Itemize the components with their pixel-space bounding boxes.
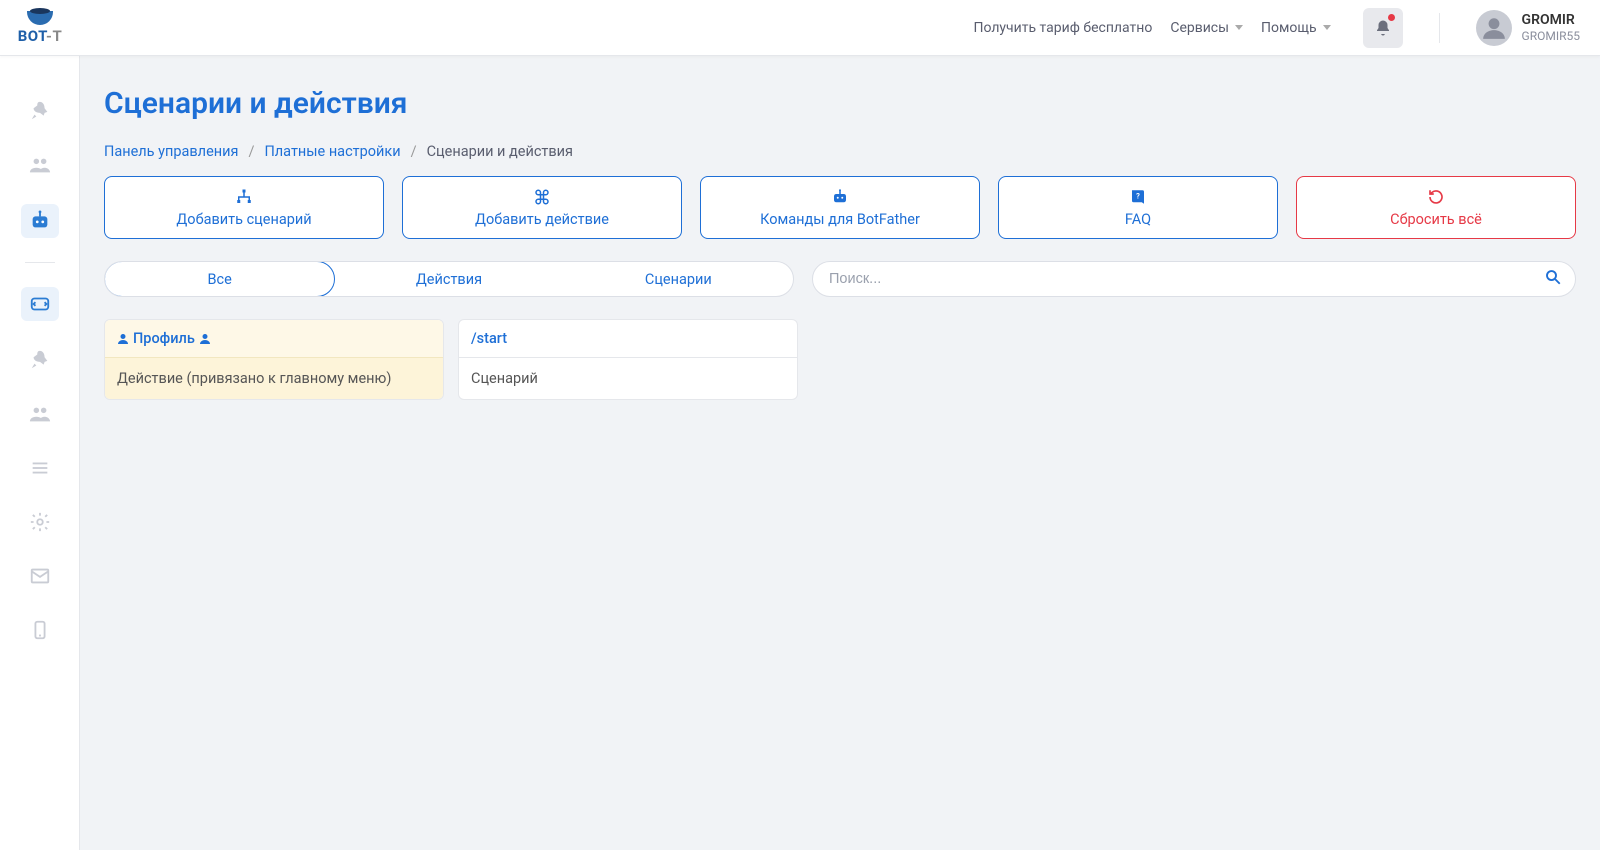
botfather-label: Команды для BotFather xyxy=(760,211,920,228)
top-header: BOT-T Получить тариф бесплатно Сервисы П… xyxy=(0,0,1600,56)
rocket-icon xyxy=(29,349,51,371)
sidebar-item-mail[interactable] xyxy=(21,561,59,591)
card-subtitle: Сценарий xyxy=(459,357,797,399)
user-names: GROMIR GROMIR55 xyxy=(1522,12,1580,43)
add-scenario-button[interactable]: Добавить сценарий xyxy=(104,176,384,239)
notifications-button[interactable] xyxy=(1363,8,1403,48)
card-profile-action[interactable]: Профиль Действие (привязано к главному м… xyxy=(104,319,444,400)
bell-icon xyxy=(1374,19,1392,37)
people-icon xyxy=(29,403,51,425)
services-label: Сервисы xyxy=(1170,20,1229,36)
person-icon xyxy=(117,333,129,345)
chevron-down-icon xyxy=(1323,25,1331,30)
chevron-down-icon xyxy=(1235,25,1243,30)
card-subtitle: Действие (привязано к главному меню) xyxy=(105,357,443,399)
command-icon xyxy=(533,187,551,207)
logo[interactable]: BOT-T xyxy=(0,0,80,56)
sidebar-item-settings[interactable] xyxy=(21,507,59,537)
add-action-button[interactable]: Добавить действие xyxy=(402,176,682,239)
book-icon: ? xyxy=(1129,187,1147,207)
sidebar-item-flows[interactable] xyxy=(21,287,59,321)
reset-all-button[interactable]: Сбросить всё xyxy=(1296,176,1576,239)
robot-icon xyxy=(831,187,849,207)
help-dropdown[interactable]: Помощь xyxy=(1261,20,1331,36)
sidebar-item-launch[interactable] xyxy=(21,96,59,126)
sidebar-item-users[interactable] xyxy=(21,150,59,180)
help-label: Помощь xyxy=(1261,20,1317,36)
person-icon xyxy=(1481,15,1507,41)
card-head: Профиль xyxy=(105,320,443,357)
flow-icon xyxy=(29,293,51,315)
header-links: Получить тариф бесплатно Сервисы Помощь … xyxy=(973,8,1580,48)
card-title: /start xyxy=(471,330,507,347)
tab-scenarios[interactable]: Сценарии xyxy=(564,262,793,296)
sidebar-item-menu[interactable] xyxy=(21,453,59,483)
people-icon xyxy=(29,154,51,176)
logo-text: BOT-T xyxy=(18,27,63,45)
tab-all[interactable]: Все xyxy=(104,261,335,297)
main-content: Сценарии и действия Панель управления / … xyxy=(80,56,1600,850)
cards-row: Профиль Действие (привязано к главному м… xyxy=(104,319,1576,400)
divider xyxy=(1439,13,1440,43)
faq-label: FAQ xyxy=(1125,211,1151,228)
sidebar-item-mobile[interactable] xyxy=(21,615,59,645)
notification-dot-icon xyxy=(1388,14,1395,21)
sidebar-item-launch2[interactable] xyxy=(21,345,59,375)
tab-actions[interactable]: Действия xyxy=(334,262,563,296)
mobile-icon xyxy=(29,619,51,641)
breadcrumb-sep: / xyxy=(248,143,254,160)
user-menu[interactable]: GROMIR GROMIR55 xyxy=(1476,10,1580,46)
gear-icon xyxy=(29,511,51,533)
robot-icon xyxy=(29,210,51,232)
card-head: /start xyxy=(459,320,797,357)
card-start-scenario[interactable]: /start Сценарий xyxy=(458,319,798,400)
breadcrumb: Панель управления / Платные настройки / … xyxy=(104,143,1576,160)
reset-label: Сбросить всё xyxy=(1390,211,1482,228)
add-scenario-label: Добавить сценарий xyxy=(176,211,311,228)
card-title: Профиль xyxy=(133,330,195,347)
services-dropdown[interactable]: Сервисы xyxy=(1170,20,1243,36)
person-icon xyxy=(199,333,211,345)
add-action-label: Добавить действие xyxy=(475,211,609,228)
filter-row: Все Действия Сценарии xyxy=(104,261,1576,297)
action-buttons-row: Добавить сценарий Добавить действие Кома… xyxy=(104,176,1576,239)
user-display-name: GROMIR xyxy=(1522,12,1580,29)
search-wrapper xyxy=(812,261,1576,297)
reset-icon xyxy=(1427,187,1445,207)
page-title: Сценарии и действия xyxy=(104,86,1576,121)
breadcrumb-current: Сценарии и действия xyxy=(427,143,573,160)
sidebar-item-users2[interactable] xyxy=(21,399,59,429)
logo-cup-icon xyxy=(27,11,53,25)
sidebar xyxy=(0,56,80,850)
sidebar-item-bot[interactable] xyxy=(21,204,59,238)
breadcrumb-paid-settings[interactable]: Платные настройки xyxy=(264,143,400,160)
search-icon[interactable] xyxy=(1544,268,1562,290)
get-tariff-link[interactable]: Получить тариф бесплатно xyxy=(973,20,1152,36)
filter-tabs: Все Действия Сценарии xyxy=(104,261,794,297)
botfather-button[interactable]: Команды для BotFather xyxy=(700,176,980,239)
breadcrumb-dashboard[interactable]: Панель управления xyxy=(104,143,238,160)
breadcrumb-sep: / xyxy=(411,143,417,160)
sidebar-divider xyxy=(25,262,55,263)
faq-button[interactable]: ? FAQ xyxy=(998,176,1278,239)
menu-icon xyxy=(29,457,51,479)
search-input[interactable] xyxy=(812,261,1576,297)
rocket-icon xyxy=(29,100,51,122)
avatar xyxy=(1476,10,1512,46)
user-handle: GROMIR55 xyxy=(1522,29,1580,43)
mail-icon xyxy=(29,565,51,587)
sitemap-icon xyxy=(235,187,253,207)
svg-text:?: ? xyxy=(1136,192,1140,201)
